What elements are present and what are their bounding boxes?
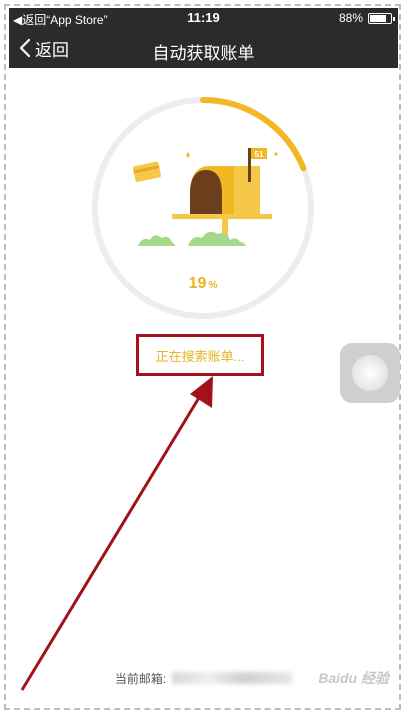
searching-status-text: 正在搜索账单... (155, 348, 245, 364)
email-label: 当前邮箱: (114, 671, 167, 686)
battery-icon (368, 12, 395, 24)
email-value-redacted (172, 672, 293, 684)
battery-percent: 88% (338, 11, 363, 25)
progress-ring: 51 19% (89, 94, 317, 322)
annotation-highlight-box: 正在搜索账单... (136, 334, 264, 376)
assistive-touch-button[interactable] (340, 343, 400, 403)
progress-percent: 19% (188, 275, 218, 292)
svg-text:51: 51 (255, 150, 264, 159)
grass-icon (138, 235, 176, 246)
nav-bar: 返回 自动获取账单 (9, 28, 398, 68)
card-icon (132, 161, 161, 182)
page-title: 自动获取账单 (152, 44, 255, 63)
mailbox-illustration: 51 (132, 148, 278, 246)
sparkle-icon (186, 152, 190, 158)
baidu-watermark: Baidu 经验 (318, 670, 389, 686)
status-bar: ◀返回“App Store” 11:19 88% (9, 8, 398, 28)
battery-indicator: 88% (338, 11, 395, 25)
